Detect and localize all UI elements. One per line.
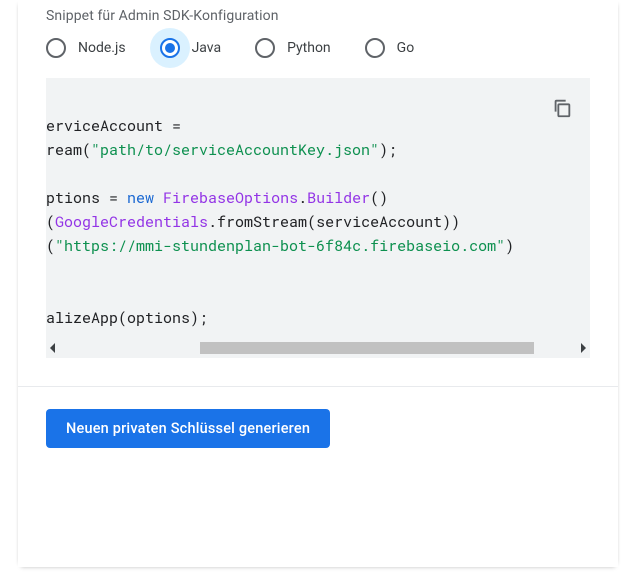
generate-key-button[interactable]: Neuen privaten Schlüssel generieren xyxy=(46,409,330,448)
scroll-thumb[interactable] xyxy=(200,342,534,354)
code-token: .fromStream(serviceAccount)) xyxy=(208,212,460,232)
section-heading: Snippet für Admin SDK-Konfiguration xyxy=(46,0,590,38)
lang-label: Node.js xyxy=(78,40,126,56)
copy-button[interactable] xyxy=(548,94,576,122)
radio-off-icon xyxy=(46,38,66,58)
code-token xyxy=(154,188,163,208)
code-token: erviceAccount = xyxy=(46,116,181,136)
lang-python-radio[interactable]: Python xyxy=(255,38,331,58)
code-token: "path/to/serviceAccountKey.json" xyxy=(91,140,379,160)
lang-nodejs-radio[interactable]: Node.js xyxy=(46,38,126,58)
code-content[interactable]: erviceAccount = ream("path/to/serviceAcc… xyxy=(46,106,590,340)
code-token: ream( xyxy=(46,140,91,160)
code-token: ); xyxy=(379,140,397,160)
radio-on-icon xyxy=(160,38,180,58)
code-snippet-box: erviceAccount = ream("path/to/serviceAcc… xyxy=(46,78,590,358)
code-token: ( xyxy=(46,236,55,256)
code-token: Builder xyxy=(307,188,370,208)
code-token: . xyxy=(298,188,307,208)
code-token: FirebaseOptions xyxy=(163,188,298,208)
code-token: ptions = xyxy=(46,188,127,208)
radio-off-icon xyxy=(255,38,275,58)
lang-label: Go xyxy=(397,40,415,56)
scroll-left-arrow-icon xyxy=(50,343,55,353)
lang-java-radio[interactable]: Java xyxy=(160,38,222,58)
lang-label: Java xyxy=(192,40,222,56)
scroll-track[interactable] xyxy=(61,342,575,354)
code-token: GoogleCredentials xyxy=(55,212,208,232)
code-token: ) xyxy=(505,236,514,256)
code-token: ( xyxy=(46,212,55,232)
lang-go-radio[interactable]: Go xyxy=(365,38,415,58)
scroll-right-arrow-icon[interactable] xyxy=(581,343,586,353)
radio-off-icon xyxy=(365,38,385,58)
code-token: () xyxy=(370,188,388,208)
horizontal-scrollbar[interactable] xyxy=(46,340,590,358)
language-radio-group: Node.js Java Python Go xyxy=(46,38,590,78)
code-token: "https://mmi-stundenplan-bot-6f84c.fireb… xyxy=(55,236,505,256)
lang-label: Python xyxy=(287,40,331,56)
copy-icon xyxy=(551,97,573,119)
code-token: alizeApp(options); xyxy=(46,308,208,328)
code-token: new xyxy=(127,188,154,208)
